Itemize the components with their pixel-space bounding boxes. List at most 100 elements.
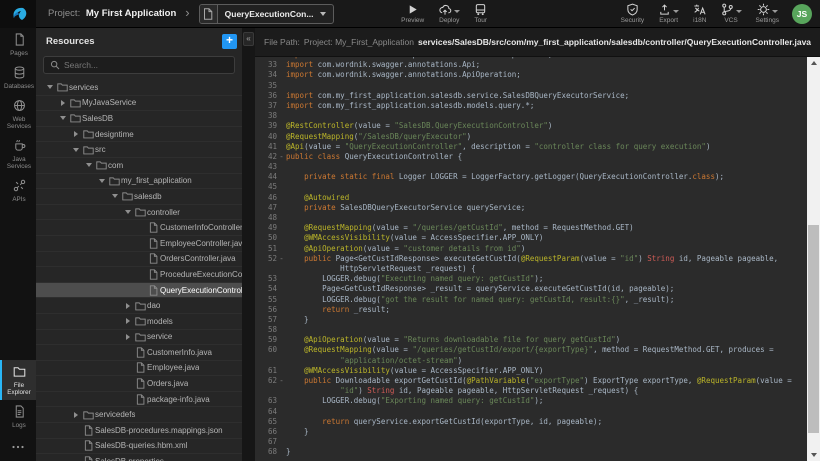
- scrollbar-thumb[interactable]: [808, 225, 819, 433]
- settings-button[interactable]: Settings: [756, 3, 780, 24]
- code-line[interactable]: "id") String id, Pageable pageable, Http…: [255, 386, 807, 396]
- code-line[interactable]: 52- public Page<GetCustIdResponse> execu…: [255, 254, 807, 264]
- tree-row[interactable]: dao: [36, 298, 242, 314]
- tree-twisty-icon[interactable]: [70, 127, 81, 142]
- tree-twisty-icon[interactable]: [96, 173, 107, 188]
- tree-twisty-icon[interactable]: [57, 111, 68, 126]
- code-line[interactable]: 62- public Downloadable exportGetCustId(…: [255, 376, 807, 386]
- code-line[interactable]: 49 @RequestMapping(value = "/queries/get…: [255, 223, 807, 233]
- code-line[interactable]: 68}: [255, 447, 807, 457]
- code-line[interactable]: 58: [255, 325, 807, 335]
- code-line[interactable]: 60 @RequestMapping(value = "/queries/get…: [255, 345, 807, 355]
- deploy-button[interactable]: Deploy: [438, 3, 460, 24]
- tree-row[interactable]: SalesDB: [36, 111, 242, 127]
- search-input[interactable]: [64, 60, 228, 70]
- code-line[interactable]: 67: [255, 437, 807, 447]
- code-line[interactable]: 59 @ApiOperation(value = "Returns downlo…: [255, 335, 807, 345]
- rail-item-java-services[interactable]: Java Services: [0, 134, 36, 174]
- tree-row[interactable]: CustomerInfo.java: [36, 345, 242, 361]
- tree-twisty-icon[interactable]: [109, 189, 120, 204]
- tree-row[interactable]: CustomerInfoController.java: [36, 220, 242, 236]
- tree-twisty-icon[interactable]: [122, 329, 133, 344]
- code-line[interactable]: 33import com.wordnik.swagger.annotations…: [255, 60, 807, 70]
- code-line[interactable]: 66 }: [255, 427, 807, 437]
- scroll-down-arrow[interactable]: [807, 449, 820, 461]
- tree-row[interactable]: SalesDB.properties: [36, 454, 242, 461]
- scroll-up-arrow[interactable]: [807, 57, 820, 69]
- tree-row[interactable]: service: [36, 330, 242, 346]
- code-line[interactable]: 39@RestController(value = "SalesDB.Query…: [255, 121, 807, 131]
- code-line[interactable]: 65 return queryService.exportGetCustId(e…: [255, 417, 807, 427]
- code-line[interactable]: 53 LOGGER.debug("Executing named query: …: [255, 274, 807, 284]
- rail-item-web-services[interactable]: Web Services: [0, 94, 36, 134]
- tree-twisty-icon[interactable]: [83, 158, 94, 173]
- code-line[interactable]: 40@RequestMapping("/SalesDB/queryExecuto…: [255, 132, 807, 142]
- tree-row[interactable]: QueryExecutionController.java: [36, 283, 242, 299]
- code-line[interactable]: 61 @WMAccessVisibility(value = AccessSpe…: [255, 366, 807, 376]
- editor-scrollbar[interactable]: [807, 57, 820, 461]
- code-line[interactable]: 50 @WMAccessVisibility(value = AccessSpe…: [255, 233, 807, 243]
- code-line[interactable]: 63 LOGGER.debug("Exporting named query: …: [255, 396, 807, 406]
- tree-row[interactable]: my_first_application: [36, 174, 242, 190]
- code-line[interactable]: HttpServletRequest _request) {: [255, 264, 807, 274]
- tree-row[interactable]: SalesDB-queries.hbm.xml: [36, 439, 242, 455]
- code-line[interactable]: "application/octet-stream"): [255, 356, 807, 366]
- code-line[interactable]: 51 @ApiOperation(value = "customer detai…: [255, 244, 807, 254]
- rail-item-apis[interactable]: APIs: [0, 174, 36, 207]
- fold-marker[interactable]: -: [277, 376, 286, 386]
- code-line[interactable]: 35: [255, 81, 807, 91]
- code-line[interactable]: 36import com.my_first_application.salesd…: [255, 91, 807, 101]
- rail-item-pages[interactable]: Pages: [0, 28, 36, 61]
- tree-row[interactable]: Orders.java: [36, 376, 242, 392]
- code-area[interactable]: 32import com.wavemaker.tools.api.core.mo…: [255, 57, 807, 461]
- fold-marker[interactable]: -: [277, 254, 286, 264]
- resource-search[interactable]: [43, 56, 235, 74]
- open-file-dropdown[interactable]: QueryExecutionCon...: [199, 4, 335, 24]
- tree-row[interactable]: Employee.java: [36, 361, 242, 377]
- tree-row[interactable]: com: [36, 158, 242, 174]
- collapse-panel-button[interactable]: «: [243, 32, 254, 46]
- code-line[interactable]: 41@Api(value = "QueryExecutionController…: [255, 142, 807, 152]
- tree-twisty-icon[interactable]: [70, 142, 81, 157]
- preview-button[interactable]: Preview: [401, 3, 424, 24]
- code-line[interactable]: 37import com.my_first_application.salesd…: [255, 101, 807, 111]
- security-button[interactable]: Security: [621, 3, 644, 24]
- wavemaker-logo[interactable]: [0, 0, 36, 28]
- tree-twisty-icon[interactable]: [122, 205, 133, 220]
- tree-row[interactable]: designtime: [36, 127, 242, 143]
- vcs-button[interactable]: VCS: [721, 3, 742, 24]
- code-line[interactable]: 34import com.wordnik.swagger.annotations…: [255, 70, 807, 80]
- tree-row[interactable]: salesdb: [36, 189, 242, 205]
- tree-row[interactable]: services: [36, 80, 242, 96]
- rail-item-databases[interactable]: Databases: [0, 61, 36, 94]
- tree-twisty-icon[interactable]: [122, 298, 133, 313]
- rail-item-logs[interactable]: Logs: [0, 400, 36, 433]
- tree-twisty-icon[interactable]: [44, 80, 55, 95]
- export-button[interactable]: Export: [658, 3, 679, 24]
- project-name[interactable]: My First Application: [86, 8, 176, 19]
- code-line[interactable]: 64: [255, 407, 807, 417]
- fold-marker[interactable]: -: [277, 152, 286, 162]
- code-line[interactable]: 46 @Autowired: [255, 193, 807, 203]
- tree-row[interactable]: models: [36, 314, 242, 330]
- i18n-button[interactable]: i18N: [693, 3, 706, 24]
- tree-row[interactable]: src: [36, 142, 242, 158]
- code-line[interactable]: 47 private SalesDBQueryExecutorService q…: [255, 203, 807, 213]
- code-line[interactable]: 44 private static final Logger LOGGER = …: [255, 172, 807, 182]
- code-content[interactable]: 32import com.wavemaker.tools.api.core.mo…: [255, 57, 807, 458]
- code-line[interactable]: 43: [255, 162, 807, 172]
- tree-twisty-icon[interactable]: [122, 314, 133, 329]
- code-line[interactable]: 48: [255, 213, 807, 223]
- user-avatar[interactable]: JS: [792, 4, 812, 24]
- code-line[interactable]: 55 LOGGER.debug("got the result for name…: [255, 295, 807, 305]
- code-line[interactable]: 54 Page<GetCustIdResponse> _result = que…: [255, 284, 807, 294]
- tree-row[interactable]: servicedefs: [36, 407, 242, 423]
- tree-row[interactable]: package-info.java: [36, 392, 242, 408]
- code-line[interactable]: 56 return _result;: [255, 305, 807, 315]
- add-resource-button[interactable]: +: [222, 34, 237, 49]
- code-line[interactable]: 57 }: [255, 315, 807, 325]
- tree-row[interactable]: controller: [36, 205, 242, 221]
- code-line[interactable]: 42-public class QueryExecutionController…: [255, 152, 807, 162]
- tour-button[interactable]: Tour: [474, 3, 487, 24]
- tree-row[interactable]: SalesDB-procedures.mappings.json: [36, 423, 242, 439]
